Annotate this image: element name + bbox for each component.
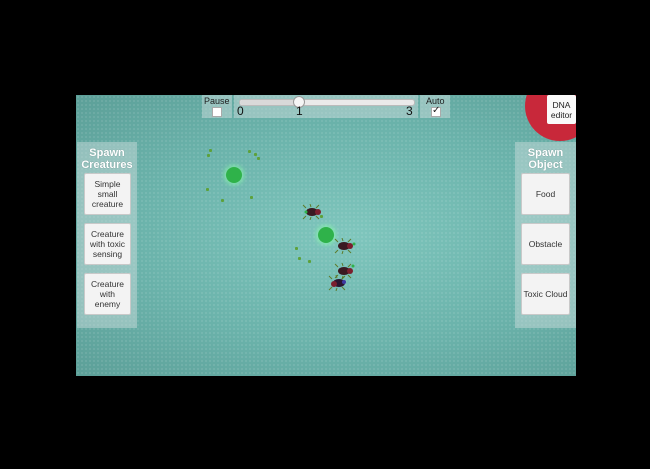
simple-small-creature-button[interactable]: Simple small creature (84, 173, 131, 215)
spawn-obstacle-button[interactable]: Obstacle (521, 223, 570, 265)
food-particle (207, 154, 210, 157)
creature[interactable] (334, 238, 356, 254)
food-particle (308, 260, 311, 263)
speed-tick-1: 1 (296, 104, 303, 118)
food-particle (248, 150, 251, 153)
pause-checkbox[interactable] (212, 107, 222, 117)
checkmark-icon: ✓ (432, 105, 441, 116)
spawn-object-panel: Spawn Object Food Obstacle Toxic Cloud (515, 142, 576, 328)
food-particle (221, 199, 224, 202)
game-viewport[interactable]: DNA editor Pause 0 1 3 Auto ✓ Spawn Crea… (76, 95, 576, 376)
auto-checkbox[interactable]: ✓ (431, 105, 441, 117)
spawn-creatures-panel: Spawn Creatures Simple small creature Crea… (77, 142, 137, 328)
speed-tick-0: 0 (237, 104, 244, 118)
creature[interactable] (328, 275, 350, 291)
food-particle (298, 257, 301, 260)
creature[interactable] (302, 204, 324, 220)
food-particle (254, 153, 257, 156)
speed-tick-3: 3 (406, 104, 413, 118)
auto-control: Auto ✓ (420, 95, 450, 118)
food-particle (209, 149, 212, 152)
dna-editor-label-2: editor (550, 109, 573, 120)
pause-label: Pause (204, 96, 230, 106)
dna-editor-button[interactable]: DNA editor (547, 95, 576, 124)
spawn-toxic-cloud-button[interactable]: Toxic Cloud (521, 273, 570, 315)
food-blob (226, 167, 242, 183)
enemy-creature-button[interactable]: Creature with enemy (84, 273, 131, 315)
speed-slider-fill (240, 100, 298, 105)
food-blob (318, 227, 334, 243)
food-particle (206, 188, 209, 191)
spawn-object-title: Spawn Object (527, 147, 564, 171)
toxic-sensing-creature-button[interactable]: Creature with toxic sensing (84, 223, 131, 265)
food-particle (295, 247, 298, 250)
dna-editor-label-1: DNA (552, 99, 571, 110)
spawn-creatures-title: Spawn Creatures (81, 147, 133, 171)
pause-control: Pause (202, 95, 232, 118)
speed-control: 0 1 3 (234, 95, 418, 118)
food-particle (250, 196, 253, 199)
spawn-food-button[interactable]: Food (521, 173, 570, 215)
food-particle (257, 157, 260, 160)
